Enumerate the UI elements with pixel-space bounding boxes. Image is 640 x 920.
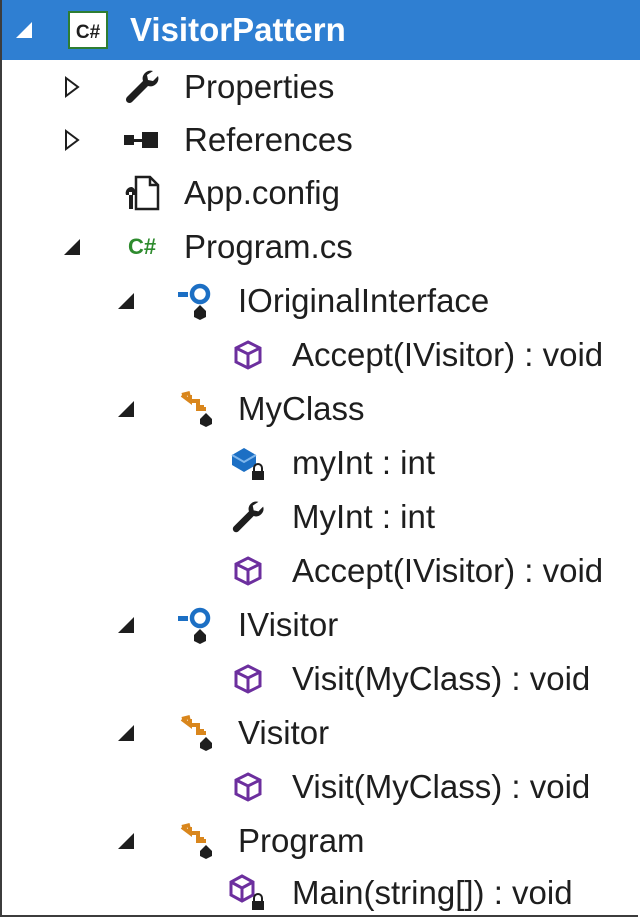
tree-item-program-cs[interactable]: C# Program.cs <box>0 220 640 274</box>
tree-item-properties[interactable]: Properties <box>0 60 640 114</box>
tree-root-visitorpattern[interactable]: C# VisitorPattern <box>2 0 640 60</box>
expanded-arrow-icon[interactable] <box>60 235 84 259</box>
tree-item-app-config[interactable]: App.config <box>0 166 640 220</box>
method-icon <box>228 551 268 591</box>
tree-item-label: Visitor <box>238 714 330 751</box>
private-method-icon <box>228 873 268 913</box>
collapsed-arrow-icon[interactable] <box>60 75 84 99</box>
tree-item-label: Visit(MyClass) : void <box>292 660 591 697</box>
tree-item-program-class[interactable]: Program <box>0 814 640 868</box>
tree-item-visitor[interactable]: Visitor <box>0 706 640 760</box>
tree-item-label: MyClass <box>238 390 365 427</box>
tree-item-visit-method[interactable]: Visit(MyClass) : void <box>0 760 640 814</box>
tree-item-label: Accept(IVisitor) : void <box>292 552 604 589</box>
class-icon <box>176 821 216 861</box>
expanded-arrow-icon[interactable] <box>114 829 138 853</box>
tree-item-accept-method[interactable]: Accept(IVisitor) : void <box>0 544 640 598</box>
tree-item-label: References <box>184 121 353 158</box>
tree-item-label: MyInt : int <box>292 498 436 535</box>
tree-item-main-method[interactable]: Main(string[]) : void <box>0 866 640 920</box>
config-file-icon <box>122 173 162 213</box>
tree-item-label: Accept(IVisitor) : void <box>292 336 604 373</box>
references-icon <box>122 120 162 160</box>
method-icon <box>228 335 268 375</box>
tree-item-label: App.config <box>184 174 340 211</box>
expanded-arrow-icon[interactable] <box>114 397 138 421</box>
svg-text:C#: C# <box>76 22 101 43</box>
tree-item-label: myInt : int <box>292 444 436 481</box>
tree-item-myint-property[interactable]: MyInt : int <box>0 490 640 544</box>
expanded-arrow-icon[interactable] <box>114 613 138 637</box>
tree-item-label: IVisitor <box>238 606 339 643</box>
solution-explorer-tree: C# VisitorPattern Properties References … <box>0 0 640 911</box>
expanded-arrow-icon[interactable] <box>114 289 138 313</box>
tree-item-accept-method[interactable]: Accept(IVisitor) : void <box>0 328 640 382</box>
expanded-arrow-icon[interactable] <box>12 18 36 42</box>
svg-text:C#: C# <box>128 234 156 259</box>
property-icon <box>228 497 268 537</box>
class-icon <box>176 713 216 753</box>
tree-item-label: Main(string[]) : void <box>292 874 573 911</box>
tree-item-label: IOriginalInterface <box>238 282 490 319</box>
tree-root-label: VisitorPattern <box>130 11 346 48</box>
private-field-icon <box>228 443 268 483</box>
tree-item-label: Visit(MyClass) : void <box>292 768 591 805</box>
tree-item-ioriginalinterface[interactable]: IOriginalInterface <box>0 274 640 328</box>
wrench-icon <box>122 67 162 107</box>
tree-item-label: Program.cs <box>184 228 353 265</box>
tree-item-myint-field[interactable]: myInt : int <box>0 436 640 490</box>
csharp-project-icon: C# <box>68 10 108 50</box>
collapsed-arrow-icon[interactable] <box>60 128 84 152</box>
method-icon <box>228 659 268 699</box>
tree-item-myclass[interactable]: MyClass <box>0 382 640 436</box>
tree-item-ivisitor[interactable]: IVisitor <box>0 598 640 652</box>
interface-icon <box>176 605 216 645</box>
interface-icon <box>176 281 216 321</box>
method-icon <box>228 767 268 807</box>
tree-item-label: Program <box>238 822 365 859</box>
tree-item-references[interactable]: References <box>0 113 640 167</box>
csharp-file-icon: C# <box>122 227 162 267</box>
expanded-arrow-icon[interactable] <box>114 721 138 745</box>
class-icon <box>176 389 216 429</box>
tree-item-label: Properties <box>184 68 335 105</box>
tree-item-visit-method[interactable]: Visit(MyClass) : void <box>0 652 640 706</box>
